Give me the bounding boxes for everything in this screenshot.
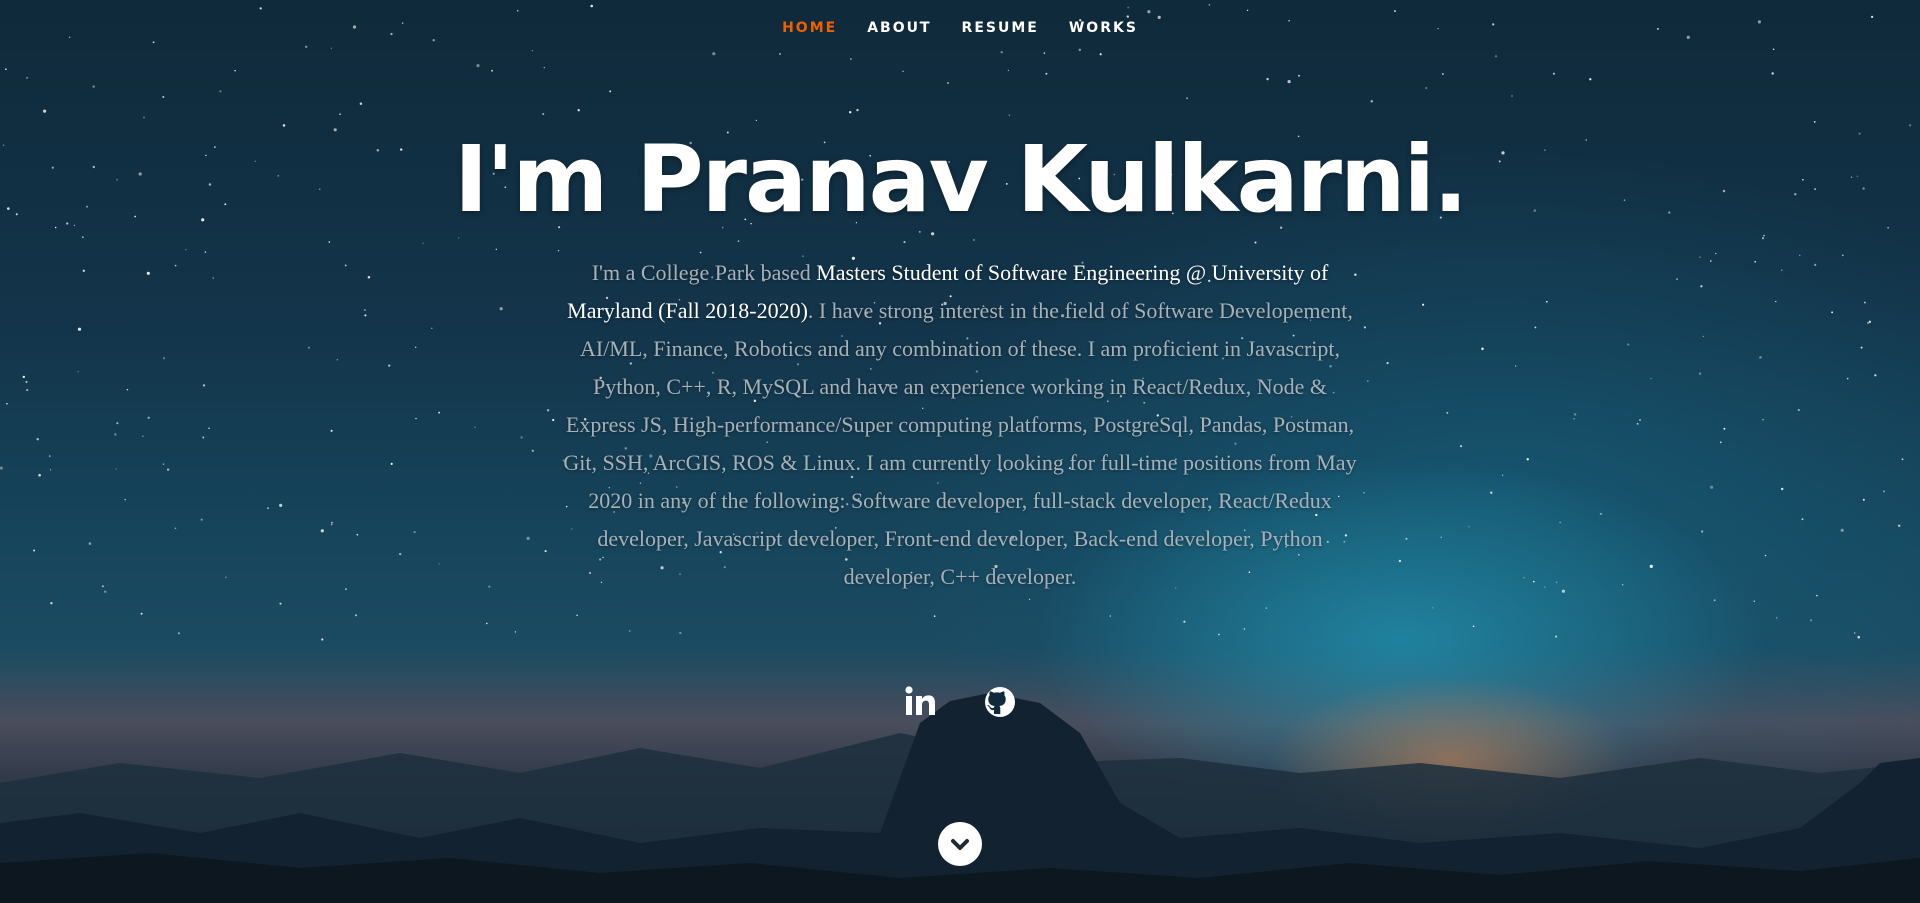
star	[476, 64, 480, 68]
star	[1109, 615, 1112, 617]
star	[1394, 10, 1396, 13]
star	[1127, 6, 1130, 9]
bio-rest: . I have strong interest in the field of…	[563, 298, 1357, 589]
star	[43, 109, 47, 113]
star	[354, 614, 358, 617]
social-links	[0, 680, 1920, 724]
star	[1043, 52, 1046, 54]
star	[1078, 48, 1082, 52]
star	[259, 7, 262, 10]
star	[1099, 53, 1102, 56]
star	[1753, 600, 1755, 603]
star	[485, 622, 488, 625]
star	[902, 70, 904, 73]
star	[516, 9, 519, 12]
star	[140, 612, 143, 615]
star	[1494, 55, 1498, 58]
star	[1186, 97, 1189, 100]
star	[143, 116, 145, 119]
star	[779, 53, 781, 55]
star	[1370, 100, 1373, 103]
star	[1857, 635, 1860, 639]
star	[1243, 628, 1246, 630]
star	[26, 76, 29, 79]
star	[339, 113, 342, 116]
star	[1472, 625, 1475, 628]
main-nav: HOME ABOUT RESUME WORKS	[0, 16, 1920, 40]
star	[279, 602, 282, 605]
star	[1776, 617, 1778, 619]
nav-about[interactable]: ABOUT	[867, 16, 931, 40]
star	[1441, 73, 1444, 75]
star	[1246, 9, 1249, 11]
star	[1810, 619, 1812, 622]
star	[1028, 598, 1031, 601]
star	[162, 96, 165, 98]
scroll-down-button[interactable]	[938, 822, 982, 866]
star	[1217, 633, 1220, 636]
star	[1511, 95, 1513, 97]
linkedin-link[interactable]	[895, 680, 945, 724]
star	[1007, 69, 1010, 72]
star	[1265, 607, 1268, 609]
star	[359, 102, 363, 106]
star	[590, 4, 593, 8]
star	[1713, 599, 1716, 602]
star	[856, 108, 859, 112]
bio-intro: I'm a College Park based	[591, 260, 817, 285]
github-icon	[985, 687, 1015, 717]
star	[1854, 632, 1856, 634]
star	[234, 69, 236, 72]
bio-text: I'm a College Park based Masters Student…	[560, 254, 1360, 596]
star	[491, 69, 494, 72]
star	[152, 41, 155, 44]
github-link[interactable]	[975, 680, 1025, 724]
star	[577, 109, 580, 112]
star	[629, 630, 631, 632]
star	[1432, 607, 1434, 609]
star	[933, 615, 936, 618]
chevron-down-icon	[951, 839, 969, 850]
nav-resume[interactable]: RESUME	[962, 16, 1039, 40]
star	[1147, 10, 1151, 14]
star	[92, 85, 95, 88]
star	[1183, 620, 1186, 623]
star	[679, 631, 682, 635]
star	[712, 52, 716, 56]
star	[542, 112, 545, 116]
star	[177, 632, 181, 635]
nav-works[interactable]: WORKS	[1069, 16, 1138, 40]
star	[1287, 80, 1291, 84]
star	[1771, 72, 1774, 75]
star	[1555, 635, 1558, 638]
star	[321, 638, 324, 641]
star	[1266, 77, 1269, 81]
star	[1425, 87, 1428, 89]
star	[1298, 74, 1300, 77]
star	[1552, 72, 1555, 75]
star	[531, 50, 534, 52]
star	[1008, 114, 1011, 116]
star	[609, 90, 612, 93]
star	[5, 68, 7, 71]
star	[50, 602, 53, 605]
star	[543, 66, 545, 69]
star	[330, 47, 332, 49]
nav-home[interactable]: HOME	[782, 16, 837, 40]
star	[850, 58, 852, 60]
star	[1589, 78, 1592, 81]
star	[1772, 48, 1775, 51]
hero-section: I'm Pranav Kulkarni. I'm a College Park …	[0, 120, 1920, 596]
star	[848, 110, 852, 114]
linkedin-icon	[905, 686, 935, 715]
star	[1208, 4, 1211, 6]
star	[947, 82, 949, 84]
star	[219, 90, 222, 93]
star	[1000, 51, 1003, 54]
star	[1045, 72, 1048, 75]
star	[304, 45, 308, 49]
star	[576, 614, 578, 617]
star	[514, 631, 517, 633]
page-title: I'm Pranav Kulkarni.	[453, 126, 1468, 233]
